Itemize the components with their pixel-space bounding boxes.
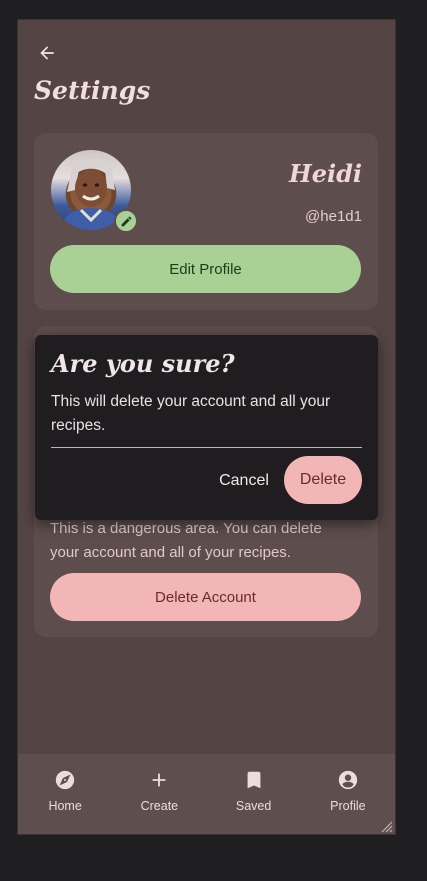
- nav-item-create[interactable]: Create: [112, 754, 206, 834]
- nav-label-create: Create: [140, 799, 179, 813]
- resize-handle[interactable]: [381, 820, 393, 833]
- dialog-body: This will delete your account and all yo…: [51, 393, 331, 434]
- delete-account-button[interactable]: Delete Account: [50, 573, 361, 621]
- avatar-container: [51, 150, 138, 233]
- arrow-left-icon: [40, 46, 54, 60]
- nav-label-profile: Profile: [330, 799, 366, 813]
- back-button[interactable]: [36, 42, 58, 64]
- edit-avatar-button[interactable]: [114, 209, 138, 233]
- profile-handle: @he1d1: [305, 208, 362, 225]
- account-circle-icon: [336, 768, 360, 792]
- cancel-button[interactable]: Cancel: [211, 457, 277, 505]
- profile-name: Heidi: [289, 159, 362, 188]
- page-title: Settings: [34, 76, 151, 105]
- nav-label-home: Home: [48, 799, 82, 813]
- pencil-icon: [121, 216, 131, 226]
- profile-card: Heidi @he1d1 Edit Profile: [34, 133, 378, 310]
- confirm-delete-button[interactable]: Delete: [284, 456, 362, 504]
- danger-description: This is a dangerous area. You can delete…: [50, 520, 322, 561]
- bottom-navigation: Home Create Saved Profile: [18, 754, 395, 834]
- bookmark-icon: [242, 768, 266, 792]
- confirm-delete-dialog: Are you sure? This will delete your acco…: [35, 335, 378, 520]
- dialog-divider: [51, 447, 362, 448]
- nav-label-saved: Saved: [235, 799, 272, 813]
- dialog-title: Are you sure?: [51, 349, 235, 378]
- nav-item-saved[interactable]: Saved: [207, 754, 301, 834]
- plus-icon: [147, 768, 171, 792]
- compass-icon: [53, 768, 77, 792]
- nav-item-home[interactable]: Home: [18, 754, 112, 834]
- edit-profile-button[interactable]: Edit Profile: [50, 245, 361, 293]
